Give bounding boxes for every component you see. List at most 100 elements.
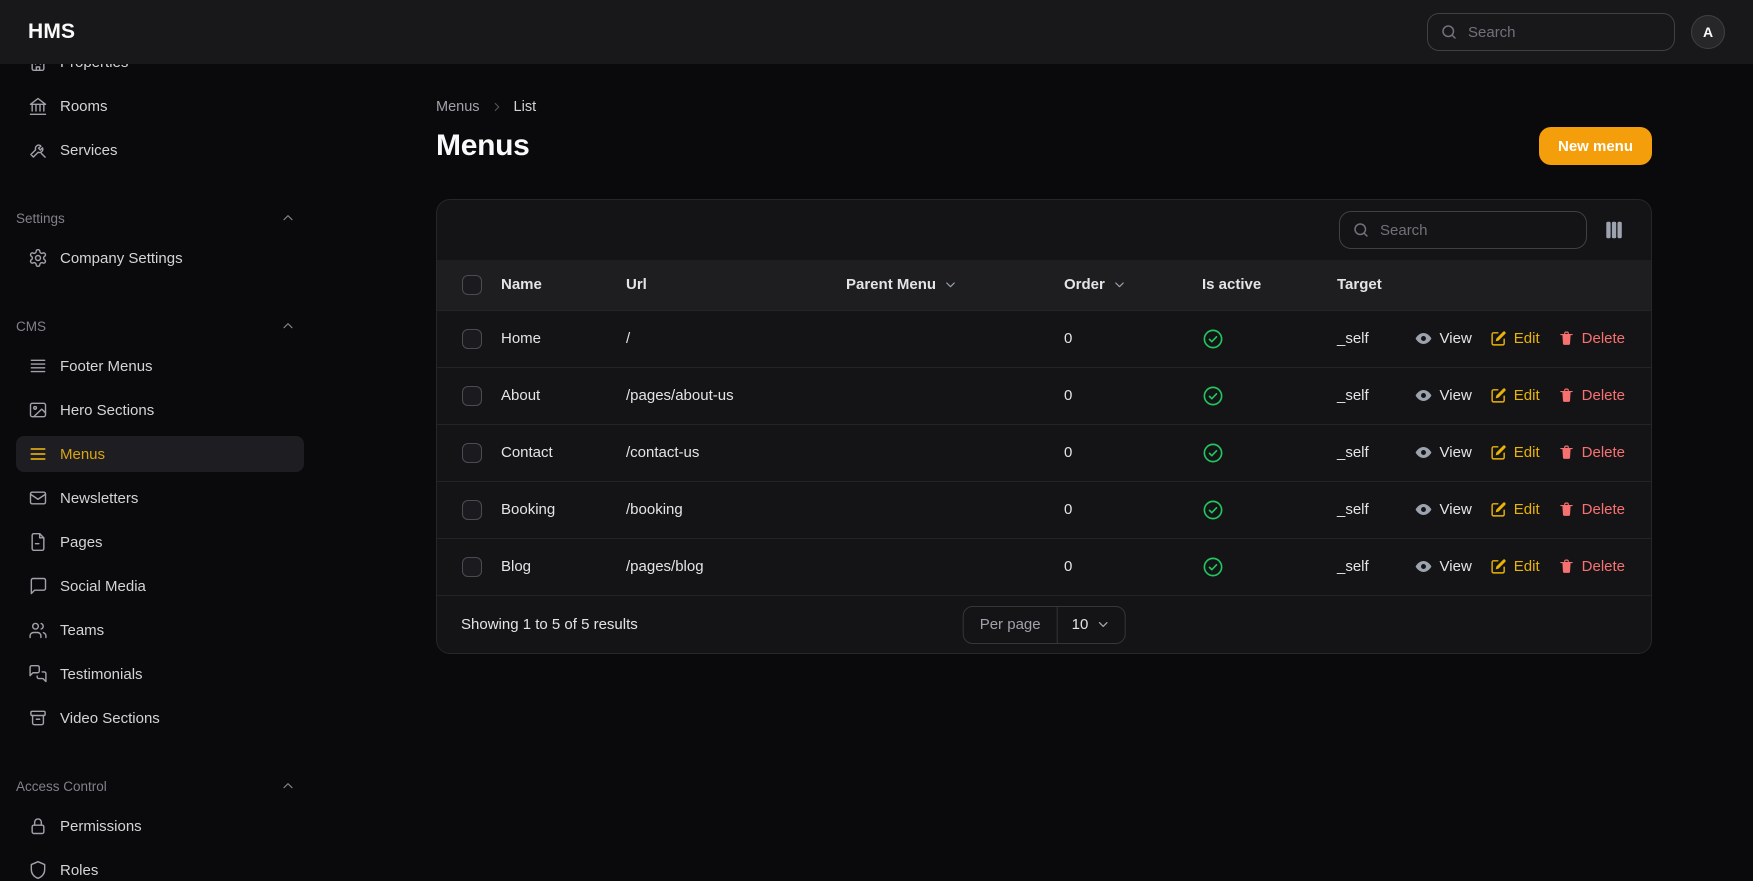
sidebar-item-properties[interactable]: Properties (16, 64, 304, 80)
column-header-name: Name (501, 260, 626, 310)
column-label: Url (626, 276, 647, 293)
view-button[interactable]: View (1414, 386, 1472, 405)
breadcrumb-parent[interactable]: Menus (436, 99, 480, 115)
table-search-input[interactable] (1380, 222, 1574, 239)
sidebar-item-video-sections[interactable]: Video Sections (16, 700, 304, 736)
user-avatar[interactable]: A (1691, 15, 1725, 49)
column-header-order[interactable]: Order (1064, 260, 1202, 310)
cell-order: 0 (1064, 424, 1202, 481)
eye-icon (1414, 329, 1433, 348)
chat-double-icon (28, 664, 48, 684)
search-icon (1352, 221, 1370, 239)
view-button[interactable]: View (1414, 329, 1472, 348)
active-check-icon (1202, 385, 1337, 407)
view-button[interactable]: View (1414, 500, 1472, 519)
sidebar-item-social-media[interactable]: Social Media (16, 568, 304, 604)
column-label: Name (501, 276, 542, 293)
column-header-url: Url (626, 260, 846, 310)
trash-icon (1558, 330, 1575, 347)
search-icon (1440, 23, 1458, 41)
results-summary: Showing 1 to 5 of 5 results (461, 616, 638, 633)
delete-button[interactable]: Delete (1558, 558, 1625, 575)
delete-button[interactable]: Delete (1558, 330, 1625, 347)
cell-url: /pages/blog (626, 538, 846, 595)
tools-icon (28, 140, 48, 160)
sidebar-item-footer-menus[interactable]: Footer Menus (16, 348, 304, 384)
menus-table: NameUrlParent MenuOrderIs activeTarget H… (437, 260, 1651, 595)
sidebar-item-label: Properties (60, 64, 128, 71)
sidebar-section-cms[interactable]: CMS (16, 316, 296, 336)
users-icon (28, 620, 48, 640)
edit-button[interactable]: Edit (1490, 330, 1540, 347)
cell-order: 0 (1064, 481, 1202, 538)
column-label: Is active (1202, 276, 1261, 293)
sidebar-item-pages[interactable]: Pages (16, 524, 304, 560)
row-checkbox[interactable] (462, 500, 482, 520)
sidebar-section-label: Access Control (16, 779, 107, 794)
sidebar-section-access-control[interactable]: Access Control (16, 776, 296, 796)
column-header-is-active: Is active (1202, 260, 1337, 310)
row-checkbox[interactable] (462, 386, 482, 406)
delete-button[interactable]: Delete (1558, 387, 1625, 404)
column-label: Order (1064, 276, 1105, 293)
edit-button[interactable]: Edit (1490, 387, 1540, 404)
sidebar-item-teams[interactable]: Teams (16, 612, 304, 648)
row-checkbox[interactable] (462, 557, 482, 577)
sidebar-item-label: Video Sections (60, 710, 160, 727)
chevron-up-icon (280, 210, 296, 226)
sidebar-item-rooms[interactable]: Rooms (16, 88, 304, 124)
trash-icon (1558, 558, 1575, 575)
sidebar-item-label: Company Settings (60, 250, 183, 267)
gear-icon (28, 248, 48, 268)
per-page-select[interactable]: 10 (1057, 607, 1125, 643)
cell-order: 0 (1064, 367, 1202, 424)
edit-button[interactable]: Edit (1490, 558, 1540, 575)
sidebar-item-company-settings[interactable]: Company Settings (16, 240, 304, 276)
sidebar-item-permissions[interactable]: Permissions (16, 808, 304, 844)
global-search-input[interactable] (1468, 24, 1662, 41)
sidebar-item-hero-sections[interactable]: Hero Sections (16, 392, 304, 428)
sidebar-item-newsletters[interactable]: Newsletters (16, 480, 304, 516)
sidebar-item-label: Services (60, 142, 118, 159)
select-all-checkbox[interactable] (462, 275, 482, 295)
sidebar-section-label: CMS (16, 319, 46, 334)
sidebar-section-settings[interactable]: Settings (16, 208, 296, 228)
table-search[interactable] (1339, 211, 1587, 249)
chevron-up-icon (280, 778, 296, 794)
sidebar-item-services[interactable]: Services (16, 132, 304, 168)
delete-button[interactable]: Delete (1558, 501, 1625, 518)
view-button[interactable]: View (1414, 557, 1472, 576)
sidebar-item-roles[interactable]: Roles (16, 852, 304, 881)
sidebar-item-label: Footer Menus (60, 358, 153, 375)
view-button[interactable]: View (1414, 443, 1472, 462)
cell-url: /pages/about-us (626, 367, 846, 424)
columns-toggle-button[interactable] (1601, 217, 1627, 243)
row-checkbox[interactable] (462, 443, 482, 463)
cell-url: /booking (626, 481, 846, 538)
sidebar-item-label: Permissions (60, 818, 142, 835)
sidebar-item-testimonials[interactable]: Testimonials (16, 656, 304, 692)
sidebar: Properties Rooms Services Settings Company S… (0, 64, 304, 881)
edit-button[interactable]: Edit (1490, 444, 1540, 461)
cell-order: 0 (1064, 538, 1202, 595)
trash-icon (1558, 444, 1575, 461)
cell-parent-menu (846, 538, 1064, 595)
cell-url: / (626, 310, 846, 367)
table-row: Booking /booking 0 _self View Edit Delet… (437, 481, 1651, 538)
table-row: About /pages/about-us 0 _self View Edit … (437, 367, 1651, 424)
cell-name: Booking (501, 481, 626, 538)
sidebar-item-menus[interactable]: Menus (16, 436, 304, 472)
eye-icon (1414, 500, 1433, 519)
global-search[interactable] (1427, 13, 1675, 51)
new-menu-button[interactable]: New menu (1539, 127, 1652, 165)
delete-button[interactable]: Delete (1558, 444, 1625, 461)
cell-parent-menu (846, 367, 1064, 424)
mail-icon (28, 488, 48, 508)
breadcrumb-current: List (514, 99, 537, 115)
edit-button[interactable]: Edit (1490, 501, 1540, 518)
chevron-right-icon (490, 100, 504, 114)
row-checkbox[interactable] (462, 329, 482, 349)
list-lines-icon (28, 356, 48, 376)
sidebar-item-label: Hero Sections (60, 402, 154, 419)
column-header-parent-menu[interactable]: Parent Menu (846, 260, 1064, 310)
